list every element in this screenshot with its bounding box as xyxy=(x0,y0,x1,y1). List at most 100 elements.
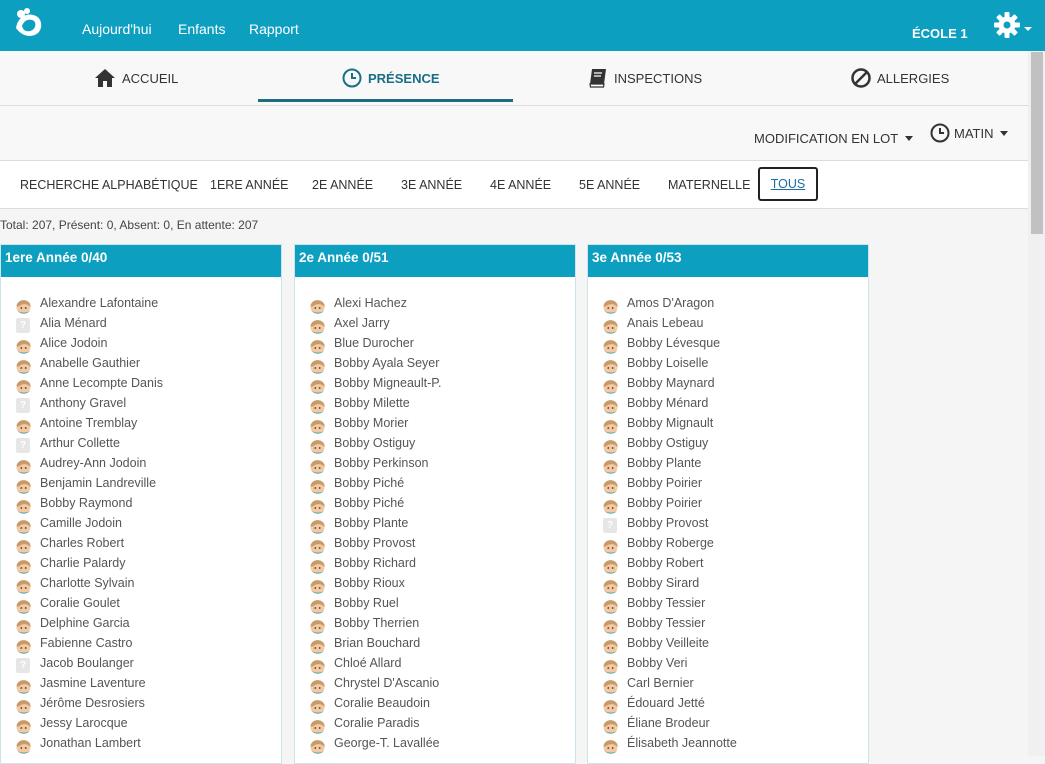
student-row[interactable]: Anais Lebeau xyxy=(588,316,858,336)
student-row[interactable]: Jonathan Lambert xyxy=(1,736,271,756)
tab-inspections[interactable]: INSPECTIONS xyxy=(588,51,702,105)
student-row[interactable]: Bobby Piché xyxy=(295,476,565,496)
filter-grade-5[interactable]: 5E ANNÉE xyxy=(579,178,640,192)
student-row[interactable]: Jasmine Laventure xyxy=(1,676,271,696)
student-row[interactable]: Bobby Lévesque xyxy=(588,336,858,356)
student-name: Camille Jodoin xyxy=(40,516,122,530)
student-row[interactable]: Audrey-Ann Jodoin xyxy=(1,456,271,476)
student-row[interactable]: Bobby Piché xyxy=(295,496,565,516)
student-row[interactable]: Chloé Allard xyxy=(295,656,565,676)
child-avatar-icon xyxy=(603,400,618,414)
student-row[interactable]: Bobby Veilleite xyxy=(588,636,858,656)
student-row[interactable]: ? Arthur Collette xyxy=(1,436,271,456)
student-row[interactable]: Brian Bouchard xyxy=(295,636,565,656)
student-row[interactable]: Bobby Veri xyxy=(588,656,858,676)
student-row[interactable]: Bobby Perkinson xyxy=(295,456,565,476)
student-row[interactable]: Bobby Tessier xyxy=(588,596,858,616)
student-row[interactable]: Édouard Jetté xyxy=(588,696,858,716)
student-row[interactable]: Jérôme Desrosiers xyxy=(1,696,271,716)
student-row[interactable]: ? Anthony Gravel xyxy=(1,396,271,416)
student-row[interactable]: Bobby Ayala Seyer xyxy=(295,356,565,376)
filter-grade-1[interactable]: 1ERE ANNÉE xyxy=(210,178,289,192)
tab-presence[interactable]: PRÉSENCE xyxy=(342,51,440,105)
student-row[interactable]: Bobby Loiselle xyxy=(588,356,858,376)
student-row[interactable]: Bobby Raymond xyxy=(1,496,271,516)
student-row[interactable]: Bobby Ménard xyxy=(588,396,858,416)
student-row[interactable]: Benjamin Landreville xyxy=(1,476,271,496)
student-row[interactable]: Alexi Hachez xyxy=(295,296,565,316)
settings-dropdown[interactable] xyxy=(993,11,1033,41)
student-row[interactable]: Charles Robert xyxy=(1,536,271,556)
filter-all[interactable]: TOUS xyxy=(758,167,818,201)
student-row[interactable]: Bobby Therrien xyxy=(295,616,565,636)
student-row[interactable]: Coralie Goulet xyxy=(1,596,271,616)
student-row[interactable]: Bobby Richard xyxy=(295,556,565,576)
nav-link-today[interactable]: Aujourd'hui xyxy=(82,21,152,37)
student-row[interactable]: Bobby Tessier xyxy=(588,616,858,636)
student-row[interactable]: George-T. Lavallée xyxy=(295,736,565,756)
student-row[interactable]: Bobby Ostiguy xyxy=(588,436,858,456)
student-row[interactable]: Charlotte Sylvain xyxy=(1,576,271,596)
student-row[interactable]: Bobby Mignault xyxy=(588,416,858,436)
student-row[interactable]: Fabienne Castro xyxy=(1,636,271,656)
filter-grade-3[interactable]: 3E ANNÉE xyxy=(401,178,462,192)
student-row[interactable]: Chrystel D'Ascanio xyxy=(295,676,565,696)
student-row[interactable]: Anne Lecompte Danis xyxy=(1,376,271,396)
student-row[interactable]: ? Alia Ménard xyxy=(1,316,271,336)
student-row[interactable]: Bobby Poirier xyxy=(588,476,858,496)
student-row[interactable]: Bobby Milette xyxy=(295,396,565,416)
logo-icon[interactable] xyxy=(12,8,46,40)
student-row[interactable]: Bobby Ruel xyxy=(295,596,565,616)
student-row[interactable]: Bobby Maynard xyxy=(588,376,858,396)
student-row[interactable]: Delphine Garcia xyxy=(1,616,271,636)
student-row[interactable]: Amos D'Aragon xyxy=(588,296,858,316)
student-name: Jasmine Laventure xyxy=(40,676,146,690)
student-row[interactable]: Bobby Migneault-P. xyxy=(295,376,565,396)
clock-icon xyxy=(342,68,362,88)
filter-kindergarten[interactable]: MATERNELLE xyxy=(668,178,750,192)
student-row[interactable]: Blue Durocher xyxy=(295,336,565,356)
child-avatar-icon xyxy=(16,340,31,354)
student-row[interactable]: Bobby Roberge xyxy=(588,536,858,556)
student-row[interactable]: Anabelle Gauthier xyxy=(1,356,271,376)
student-row[interactable]: Bobby Robert xyxy=(588,556,858,576)
student-row[interactable]: Jessy Larocque xyxy=(1,716,271,736)
filter-alphabetical[interactable]: RECHERCHE ALPHABÉTIQUE xyxy=(20,178,198,192)
student-row[interactable]: Coralie Paradis xyxy=(295,716,565,736)
tab-accueil[interactable]: ACCUEIL xyxy=(94,51,178,105)
student-row[interactable]: Antoine Tremblay xyxy=(1,416,271,436)
nav-link-children[interactable]: Enfants xyxy=(178,21,225,37)
student-row[interactable]: Bobby Rioux xyxy=(295,576,565,596)
student-name: Bobby Piché xyxy=(334,496,405,510)
student-row[interactable]: Charlie Palardy xyxy=(1,556,271,576)
student-row[interactable]: Carl Bernier xyxy=(588,676,858,696)
period-dropdown[interactable]: MATIN xyxy=(930,123,1009,143)
student-row[interactable]: Bobby Sirard xyxy=(588,576,858,596)
grade-column-3: 3e Année 0/53 Amos D'Aragon Anais Lebeau B… xyxy=(587,244,869,764)
student-row[interactable]: Bobby Provost xyxy=(295,536,565,556)
student-row[interactable]: ? Jacob Boulanger xyxy=(1,656,271,676)
student-row[interactable]: Élisabeth Jeannotte xyxy=(588,736,858,756)
tab-allergies[interactable]: ALLERGIES xyxy=(851,51,949,105)
student-row[interactable]: Bobby Plante xyxy=(295,516,565,536)
student-row[interactable]: Bobby Plante xyxy=(588,456,858,476)
filter-grade-4[interactable]: 4E ANNÉE xyxy=(490,178,551,192)
student-row[interactable]: Bobby Morier xyxy=(295,416,565,436)
child-avatar-icon xyxy=(16,500,31,514)
student-row[interactable]: Éliane Brodeur xyxy=(588,716,858,736)
scrollbar-thumb[interactable] xyxy=(1031,52,1043,234)
nav-link-report[interactable]: Rapport xyxy=(249,21,299,37)
batch-edit-dropdown[interactable]: MODIFICATION EN LOT xyxy=(754,131,914,146)
student-row[interactable]: Axel Jarry xyxy=(295,316,565,336)
clock-icon xyxy=(930,123,950,143)
student-row[interactable]: Camille Jodoin xyxy=(1,516,271,536)
student-row[interactable]: Bobby Ostiguy xyxy=(295,436,565,456)
student-row[interactable]: Alice Jodoin xyxy=(1,336,271,356)
student-row[interactable]: Coralie Beaudoin xyxy=(295,696,565,716)
student-row[interactable]: ? Bobby Provost xyxy=(588,516,858,536)
filter-grade-2[interactable]: 2E ANNÉE xyxy=(312,178,373,192)
batch-edit-label: MODIFICATION EN LOT xyxy=(754,131,899,146)
student-row[interactable]: Bobby Poirier xyxy=(588,496,858,516)
student-row[interactable]: Alexandre Lafontaine xyxy=(1,296,271,316)
school-name[interactable]: ÉCOLE 1 xyxy=(912,26,968,41)
